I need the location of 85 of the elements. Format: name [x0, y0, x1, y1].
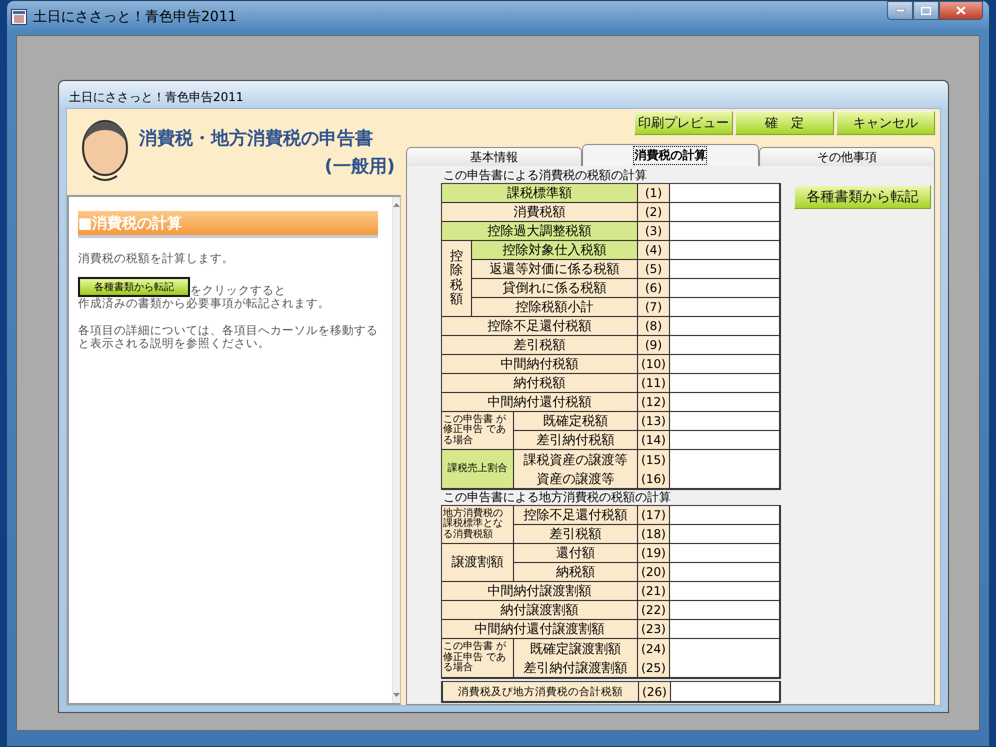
minimize-icon: [896, 9, 904, 12]
line-number: (8): [638, 317, 670, 336]
line-number: (17): [638, 506, 670, 525]
tab[interactable]: 消費税の計算: [582, 144, 759, 166]
line-number: (4): [638, 241, 670, 260]
help-text: 作成済みの書類から必要事項が転記されます。: [78, 297, 331, 310]
maximize-icon: [921, 6, 931, 14]
line-number: (1): [638, 184, 670, 203]
row-label: 既確定税額: [514, 412, 638, 431]
line-number: (14): [638, 431, 670, 450]
dialog-title: 土日にささっと！青色申告2011: [69, 89, 244, 106]
toolbar-button[interactable]: 確 定: [735, 111, 834, 135]
line-number: (16): [638, 469, 670, 488]
row-label: 課税標準額: [442, 184, 638, 203]
close-button[interactable]: [939, 1, 983, 20]
group-label: 課税売上割合: [442, 450, 514, 488]
window-title: 土日にささっと！青色申告2011: [33, 9, 237, 26]
row-label: 納税額: [514, 563, 638, 582]
row-label: 消費税額: [442, 203, 638, 222]
line-number: (9): [638, 336, 670, 355]
line-number: (25): [638, 658, 670, 677]
help-text: 各項目の詳細については、各項目へカーソルを移動すると表示される説明を参照ください。: [78, 324, 379, 350]
line-number: (7): [638, 298, 670, 317]
maximize-button[interactable]: [913, 1, 939, 20]
row-label: 既確定譲渡割額: [514, 639, 638, 658]
form-subtitle: (一般用): [324, 155, 395, 178]
line-number: (5): [638, 260, 670, 279]
close-icon: [956, 6, 966, 15]
row-label: 中間納付税額: [442, 355, 638, 374]
row-label: 返還等対価に係る税額: [472, 260, 638, 279]
group-label: 譲渡割額: [442, 544, 514, 582]
line-number: (2): [638, 203, 670, 222]
line-number: (24): [638, 639, 670, 658]
row-label: 控除過大調整税額: [442, 222, 638, 241]
row-label: 控除税額小計: [472, 298, 638, 317]
help-text: 消費税の税額を計算します。: [78, 252, 235, 265]
group-label: 控除税額: [442, 241, 472, 317]
row-label: 控除対象仕入税額: [472, 241, 638, 260]
toolbar-button[interactable]: キャンセル: [836, 111, 935, 135]
row-label: 中間納付還付譲渡割額: [442, 620, 638, 639]
section-title: この申告書による消費税の税額の計算: [442, 168, 648, 182]
row-label: 納付譲渡割額: [442, 601, 638, 620]
line-number: (6): [638, 279, 670, 298]
section-title: この申告書による地方消費税の税額の計算: [442, 490, 672, 504]
help-heading: ■消費税の計算: [78, 211, 378, 238]
minimize-button[interactable]: [887, 1, 913, 20]
row-label: 控除不足還付税額: [514, 506, 638, 525]
line-number: (22): [638, 601, 670, 620]
line-number: (3): [638, 222, 670, 241]
tab[interactable]: その他事項: [758, 147, 935, 166]
group-label: この申告書 が修正申告 である場合: [442, 639, 514, 677]
group-label: 地方消費税の課税標準となる消費税額: [442, 506, 514, 544]
toolbar-button[interactable]: 印刷プレビュー: [634, 111, 733, 135]
row-label: 課税資産の譲渡等: [514, 450, 638, 469]
tab[interactable]: 基本情報: [406, 147, 582, 166]
row-label: 控除不足還付税額: [442, 317, 638, 336]
avatar-icon: [79, 120, 131, 184]
row-label: 差引納付税額: [514, 431, 638, 450]
line-number: (23): [638, 620, 670, 639]
line-number: (18): [638, 525, 670, 544]
row-label: 中間納付還付税額: [442, 393, 638, 412]
scroll-up-icon[interactable]: [393, 203, 400, 207]
help-text: をクリックすると: [190, 284, 286, 297]
row-label: 資産の譲渡等: [514, 469, 638, 488]
group-label: この申告書 が修正申告 である場合: [442, 412, 514, 450]
line-number: (21): [638, 582, 670, 601]
line-number: (13): [638, 412, 670, 431]
row-label: 差引納付譲渡割額: [514, 658, 638, 677]
scroll-down-icon[interactable]: [393, 693, 400, 697]
row-label: 納付税額: [442, 374, 638, 393]
row-label: 還付額: [514, 544, 638, 563]
line-number: (20): [638, 563, 670, 582]
form-title: 消費税・地方消費税の申告書: [139, 127, 374, 150]
transfer-button[interactable]: 各種書類から転記: [794, 185, 931, 209]
row-label: 貸倒れに係る税額: [472, 279, 638, 298]
row-label: 差引税額: [442, 336, 638, 355]
line-number: (11): [638, 374, 670, 393]
row-label: 中間納付譲渡割額: [442, 582, 638, 601]
line-number: (10): [638, 355, 670, 374]
line-number: (19): [638, 544, 670, 563]
app-icon: [11, 9, 27, 25]
transfer-button[interactable]: 各種書類から転記: [78, 277, 190, 297]
line-number: (12): [638, 393, 670, 412]
row-label: 差引税額: [514, 525, 638, 544]
line-number: (15): [638, 450, 670, 469]
